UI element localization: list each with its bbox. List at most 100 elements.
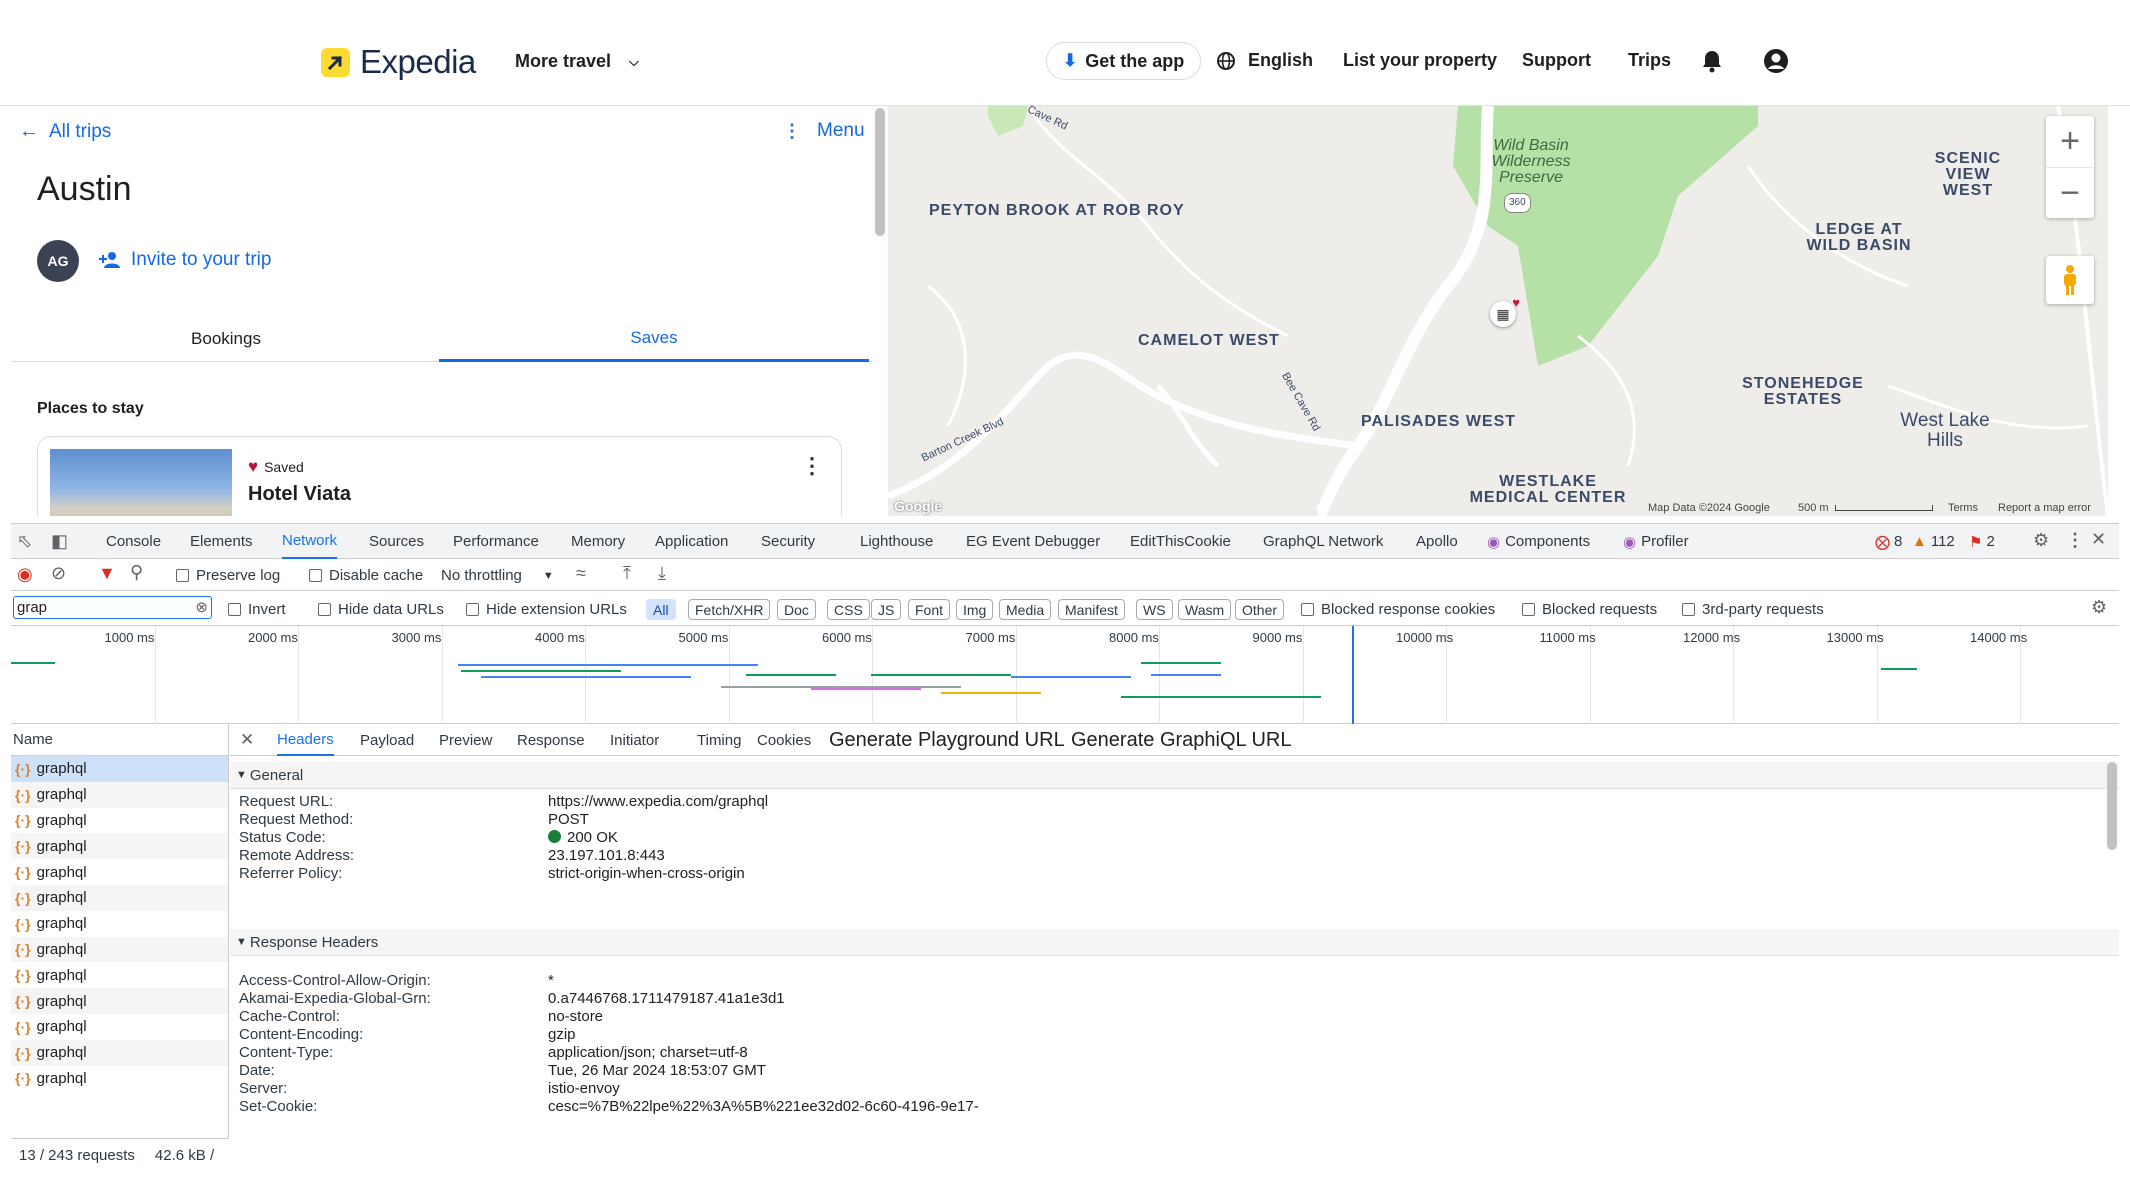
type-filter-all[interactable]: All: [646, 599, 676, 620]
header-value[interactable]: application/json; charset=utf-8: [548, 1044, 748, 1061]
import-har-icon[interactable]: ⤒: [623, 563, 631, 584]
close-devtools-icon[interactable]: ✕: [2091, 529, 2106, 550]
filter-funnel-icon[interactable]: ▼: [98, 563, 116, 584]
error-count-badge[interactable]: ⨂ 8: [1875, 524, 1902, 559]
close-detail-icon[interactable]: ✕: [240, 730, 254, 750]
tab-performance[interactable]: Performance: [453, 524, 539, 559]
hotel-marker[interactable]: ▦ ♥: [1490, 295, 1520, 327]
invert-checkbox[interactable]: Invert: [228, 601, 286, 618]
detail-tab-preview[interactable]: Preview: [439, 724, 492, 756]
request-row[interactable]: {·} graphql: [11, 1014, 228, 1040]
more-travel-menu[interactable]: More travel ⌵: [515, 51, 639, 72]
request-row[interactable]: {·} graphql: [11, 859, 228, 885]
tab-eg-event-debugger[interactable]: EG Event Debugger: [966, 524, 1100, 559]
type-filter-css[interactable]: CSS: [827, 599, 870, 620]
request-row[interactable]: {·} graphql: [11, 1039, 228, 1066]
bell-icon[interactable]: [1701, 49, 1723, 73]
detail-tab-response[interactable]: Response: [517, 724, 585, 756]
tab-components[interactable]: ◉ Components: [1487, 524, 1590, 559]
detail-scrollbar[interactable]: [2107, 762, 2117, 850]
network-settings-gear-icon[interactable]: ⚙: [2091, 597, 2107, 618]
expedia-logo[interactable]: Expedia: [321, 43, 476, 81]
record-stop-icon[interactable]: ◉: [17, 564, 33, 585]
generate-graphiql-url-button[interactable]: Generate GraphiQL URL: [1071, 724, 1291, 756]
request-row[interactable]: {·} graphql: [11, 1066, 228, 1092]
heart-icon[interactable]: ♥: [248, 457, 258, 477]
third-party-checkbox[interactable]: 3rd-party requests: [1682, 601, 1824, 618]
google-logo[interactable]: Google: [894, 498, 942, 514]
request-row[interactable]: {·} graphql: [11, 808, 228, 834]
avatar[interactable]: AG: [37, 240, 79, 282]
language-selector[interactable]: English: [1216, 50, 1313, 71]
header-value[interactable]: POST: [548, 811, 589, 828]
warning-count-badge[interactable]: ▲ 112: [1912, 524, 1955, 559]
request-row[interactable]: {·} graphql: [11, 911, 228, 937]
blocked-requests-checkbox[interactable]: Blocked requests: [1522, 601, 1657, 618]
tab-memory[interactable]: Memory: [571, 524, 625, 559]
header-value[interactable]: gzip: [548, 1026, 576, 1043]
type-filter-ws[interactable]: WS: [1136, 599, 1173, 620]
export-har-icon[interactable]: ⤓: [658, 563, 666, 584]
type-filter-wasm[interactable]: Wasm: [1178, 599, 1232, 620]
trip-menu-button[interactable]: ⋮ Menu: [783, 120, 865, 142]
header-value[interactable]: strict-origin-when-cross-origin: [548, 865, 745, 882]
list-property-link[interactable]: List your property: [1343, 50, 1497, 71]
request-row[interactable]: {·} graphql: [11, 781, 228, 808]
type-filter-img[interactable]: Img: [956, 599, 994, 620]
account-icon[interactable]: [1763, 48, 1789, 74]
report-map-error-link[interactable]: Report a map error: [1998, 502, 2091, 514]
header-value[interactable]: no-store: [548, 1008, 603, 1025]
request-row[interactable]: {·} graphql: [11, 936, 228, 963]
type-filter-js[interactable]: JS: [871, 599, 902, 620]
tab-apollo[interactable]: Apollo: [1416, 524, 1458, 559]
header-value[interactable]: https://www.expedia.com/graphql: [548, 793, 768, 810]
tab-security[interactable]: Security: [761, 524, 815, 559]
tab-bookings[interactable]: Bookings: [11, 316, 441, 362]
type-filter-fetch-xhr[interactable]: Fetch/XHR: [688, 599, 771, 620]
request-row[interactable]: {·} graphql: [11, 988, 228, 1014]
invite-button[interactable]: Invite to your trip: [99, 249, 271, 271]
detail-tab-timing[interactable]: Timing: [697, 724, 741, 756]
header-value[interactable]: cesc=%7B%22lpe%22%3A%5B%221ee32d02-6c60-…: [548, 1098, 979, 1115]
general-section-header[interactable]: ▼ General: [230, 762, 2119, 789]
hide-data-urls-checkbox[interactable]: Hide data URLs: [318, 601, 444, 618]
map-scale[interactable]: 500 m: [1798, 502, 1933, 514]
tab-profiler[interactable]: ◉ Profiler: [1623, 524, 1689, 559]
network-conditions-icon[interactable]: ≈: [576, 563, 586, 584]
device-toolbar-icon[interactable]: ◧: [51, 531, 68, 552]
request-row[interactable]: {·} graphql: [11, 962, 228, 988]
tab-editthiscookie[interactable]: EditThisCookie: [1130, 524, 1231, 559]
disable-cache-checkbox[interactable]: Disable cache: [309, 567, 423, 584]
header-value[interactable]: istio-envoy: [548, 1080, 620, 1097]
more-options-icon[interactable]: ⋮: [2066, 530, 2084, 551]
type-filter-doc[interactable]: Doc: [777, 599, 816, 620]
tab-saves[interactable]: Saves: [439, 316, 869, 362]
throttling-select[interactable]: No throttling ▼: [441, 567, 554, 584]
detail-tab-initiator[interactable]: Initiator: [610, 724, 659, 756]
type-filter-font[interactable]: Font: [908, 599, 951, 620]
card-kebab-icon[interactable]: ⋮: [801, 453, 823, 479]
blocked-cookies-checkbox[interactable]: Blocked response cookies: [1301, 601, 1495, 618]
all-trips-link[interactable]: ← All trips: [19, 120, 111, 143]
type-filter-manifest[interactable]: Manifest: [1058, 599, 1125, 620]
map-terms-link[interactable]: Terms: [1948, 502, 1978, 514]
generate-playground-url-button[interactable]: Generate Playground URL: [829, 724, 1065, 756]
filter-input[interactable]: [14, 597, 184, 618]
response-headers-section-header[interactable]: ▼ Response Headers: [230, 929, 2119, 956]
request-row[interactable]: {·} graphql: [11, 884, 228, 911]
settings-gear-icon[interactable]: ⚙: [2033, 530, 2049, 551]
hotel-card[interactable]: ♥ Saved Hotel Viata ⋮: [37, 436, 842, 516]
search-icon[interactable]: ⚲: [130, 562, 143, 583]
header-value[interactable]: Tue, 26 Mar 2024 18:53:07 GMT: [548, 1062, 766, 1079]
tab-network[interactable]: Network: [282, 524, 338, 559]
tab-graphql-network[interactable]: GraphQL Network: [1263, 524, 1383, 559]
hide-extension-urls-checkbox[interactable]: Hide extension URLs: [466, 601, 627, 618]
type-filter-other[interactable]: Other: [1235, 599, 1285, 620]
trips-link[interactable]: Trips: [1628, 50, 1671, 71]
header-value[interactable]: 200 OK: [548, 829, 618, 846]
clear-filter-icon[interactable]: ⊗: [195, 598, 208, 616]
hotel-name[interactable]: Hotel Viata: [248, 483, 351, 506]
detail-tab-cookies[interactable]: Cookies: [757, 724, 811, 756]
preserve-log-checkbox[interactable]: Preserve log: [176, 567, 280, 584]
zoom-out-button[interactable]: −: [2046, 167, 2094, 218]
